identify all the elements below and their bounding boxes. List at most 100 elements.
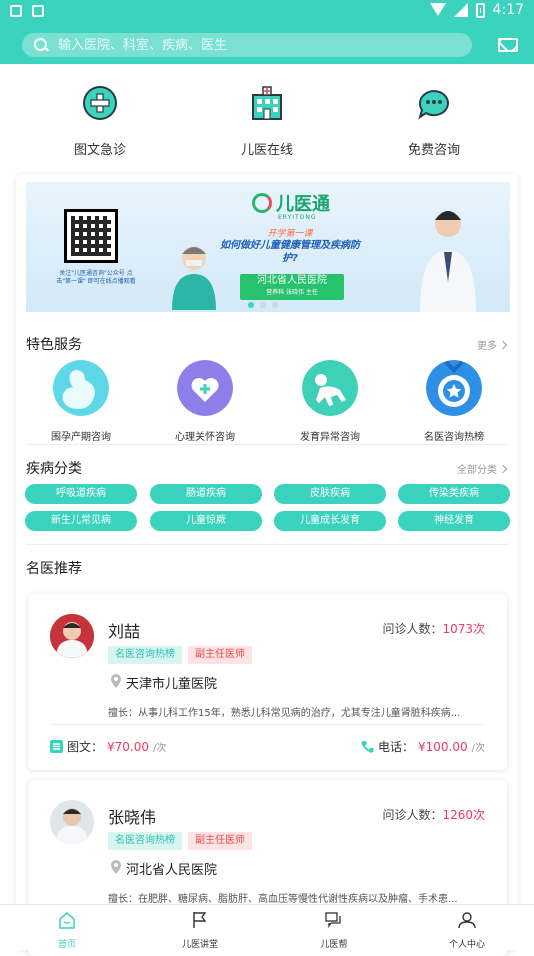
tab-community[interactable]: 儿医帮 — [294, 911, 374, 950]
price-unit: /次 — [471, 743, 485, 754]
tab-lectures[interactable]: 儿医讲堂 — [160, 911, 240, 950]
doctor-intro: 擅长：从事儿科工作15年，熟悉儿科常见病的治疗，尤其专注儿童肾脏科疾病... — [108, 708, 461, 719]
service-development[interactable]: 发育异常咨询 — [275, 360, 385, 443]
notification-icon — [10, 5, 22, 17]
featured-more-link[interactable]: 更多 — [477, 337, 508, 352]
phone-icon — [361, 741, 374, 753]
search-bar[interactable] — [22, 33, 472, 57]
tab-label: 儿医帮 — [320, 940, 348, 950]
banner-topic-small: 开学第一课 — [267, 229, 313, 239]
plus-circle-icon — [83, 86, 117, 120]
tab-label: 个人中心 — [448, 940, 485, 950]
quick-action-label: 免费咨询 — [407, 143, 460, 158]
disease-tag[interactable]: 肠道疾病 — [150, 484, 262, 504]
phone-consult-value: ¥100.00 — [418, 739, 468, 754]
more-label: 全部分类 — [457, 465, 497, 476]
doctor-card[interactable]: 刘喆 问诊人数：1073次 名医咨询热榜 副主任医师 天津市儿童医院 擅长：从事… — [28, 594, 507, 770]
disease-tag[interactable]: 呼吸道疾病 — [25, 484, 137, 504]
search-input[interactable] — [58, 37, 438, 53]
brand-logo: 儿医通 — [252, 190, 330, 216]
pagination-dot[interactable] — [272, 302, 278, 308]
tab-profile[interactable]: 个人中心 — [427, 911, 507, 950]
battery-icon — [475, 2, 485, 18]
system-icons: 4:17 — [429, 2, 524, 18]
text-consult-price[interactable]: 图文： ¥70.00/次 — [50, 738, 166, 755]
signal-icon — [453, 3, 468, 17]
visit-count: 问诊人数：1260次 — [382, 806, 485, 823]
disease-tag[interactable]: 新生儿常见病 — [25, 511, 137, 531]
location-icon — [111, 860, 121, 874]
crawling-baby-icon — [302, 360, 358, 416]
chevron-right-icon — [498, 340, 508, 349]
chat-icon — [325, 912, 341, 929]
quick-action-label: 儿医在线 — [240, 143, 293, 158]
avatar — [50, 614, 94, 658]
flag-icon — [193, 912, 207, 928]
header — [0, 24, 534, 64]
location-icon — [111, 674, 121, 688]
service-label: 围孕产期咨询 — [51, 432, 111, 443]
banner-topic-main: 如何做好儿童健康管理及疾病防护? — [220, 240, 360, 264]
hospital-name: 天津市儿童医院 — [126, 677, 218, 692]
brand-name: 儿医通 — [276, 194, 330, 215]
phone-consult-label: 电话： — [377, 740, 414, 754]
wifi-icon — [429, 3, 446, 17]
badge-top-doctor: 名医咨询热榜 — [108, 646, 182, 664]
badge-top-doctor: 名医咨询热榜 — [108, 832, 182, 850]
card-divider — [50, 724, 485, 725]
phone-consult-price[interactable]: 电话： ¥100.00/次 — [361, 738, 485, 755]
mail-icon[interactable] — [498, 38, 518, 52]
service-top-doctors[interactable]: 名医咨询热榜 — [399, 360, 509, 443]
visits-label: 问诊人数： — [382, 622, 443, 636]
service-label: 名医咨询热榜 — [424, 432, 484, 443]
doctor-illustration — [420, 211, 476, 312]
featured-title: 特色服务 — [26, 337, 82, 353]
disease-tag[interactable]: 儿童惊厥 — [150, 511, 262, 531]
notification-icon — [32, 5, 44, 17]
pregnancy-icon — [53, 360, 109, 416]
qr-code — [64, 209, 118, 263]
document-icon — [50, 740, 63, 753]
service-label: 心理关怀咨询 — [175, 432, 235, 443]
badge-title: 副主任医师 — [188, 646, 252, 664]
quick-action-emergency[interactable]: 图文急诊 — [40, 85, 160, 158]
visit-count: 问诊人数：1073次 — [382, 620, 485, 637]
chevron-right-icon — [498, 464, 508, 473]
text-consult-value: ¥70.00 — [107, 739, 150, 754]
disease-tag[interactable]: 皮肤疾病 — [274, 484, 386, 504]
visits-label: 问诊人数： — [382, 808, 443, 822]
tab-home[interactable]: 首页 — [27, 911, 107, 950]
badge-title: 副主任医师 — [188, 832, 252, 850]
banner-pagination — [248, 302, 278, 308]
bottom-tab-bar: 首页 儿医讲堂 儿医帮 个人中心 — [0, 904, 534, 950]
quick-action-online[interactable]: 儿医在线 — [207, 85, 327, 158]
section-divider — [26, 444, 508, 445]
text-consult-label: 图文： — [67, 740, 104, 754]
tab-label: 儿医讲堂 — [181, 940, 218, 950]
disease-tag[interactable]: 儿童成长发育 — [274, 511, 386, 531]
service-pregnancy[interactable]: 围孕产期咨询 — [26, 360, 136, 443]
recommend-title: 名医推荐 — [26, 561, 82, 577]
visits-number: 1260次 — [442, 808, 485, 822]
brand-subtitle: ERYITONG — [278, 214, 317, 221]
qr-caption: 关注"儿医通咨询"公众号 点击"第一课" 即可在线点播观看 — [56, 270, 136, 285]
tab-label: 首页 — [57, 940, 76, 950]
avatar — [50, 800, 94, 844]
chat-bubble-icon — [418, 90, 449, 120]
disease-title: 疾病分类 — [26, 461, 82, 477]
service-mental[interactable]: 心理关怀咨询 — [150, 360, 260, 443]
pagination-dot[interactable] — [260, 302, 266, 308]
disease-more-link[interactable]: 全部分类 — [457, 461, 508, 476]
hospital-icon — [252, 86, 282, 120]
banner-doctor: 营养科 张晓伟 主任 — [266, 289, 318, 296]
quick-action-consult[interactable]: 免费咨询 — [374, 85, 494, 158]
section-divider — [26, 544, 508, 545]
promo-banner[interactable]: 关注"儿医通咨询"公众号 点击"第一课" 即可在线点播观看 儿医通 ERYITO… — [26, 182, 510, 312]
disease-tag[interactable]: 神经发育 — [398, 511, 510, 531]
disease-tag[interactable]: 传染类疾病 — [398, 484, 510, 504]
search-icon — [34, 38, 48, 52]
heart-plus-icon — [177, 360, 233, 416]
pagination-dot[interactable] — [248, 302, 254, 308]
banner-hospital-box: 河北省人民医院 营养科 张晓伟 主任 — [240, 274, 344, 300]
clock: 4:17 — [492, 2, 524, 18]
